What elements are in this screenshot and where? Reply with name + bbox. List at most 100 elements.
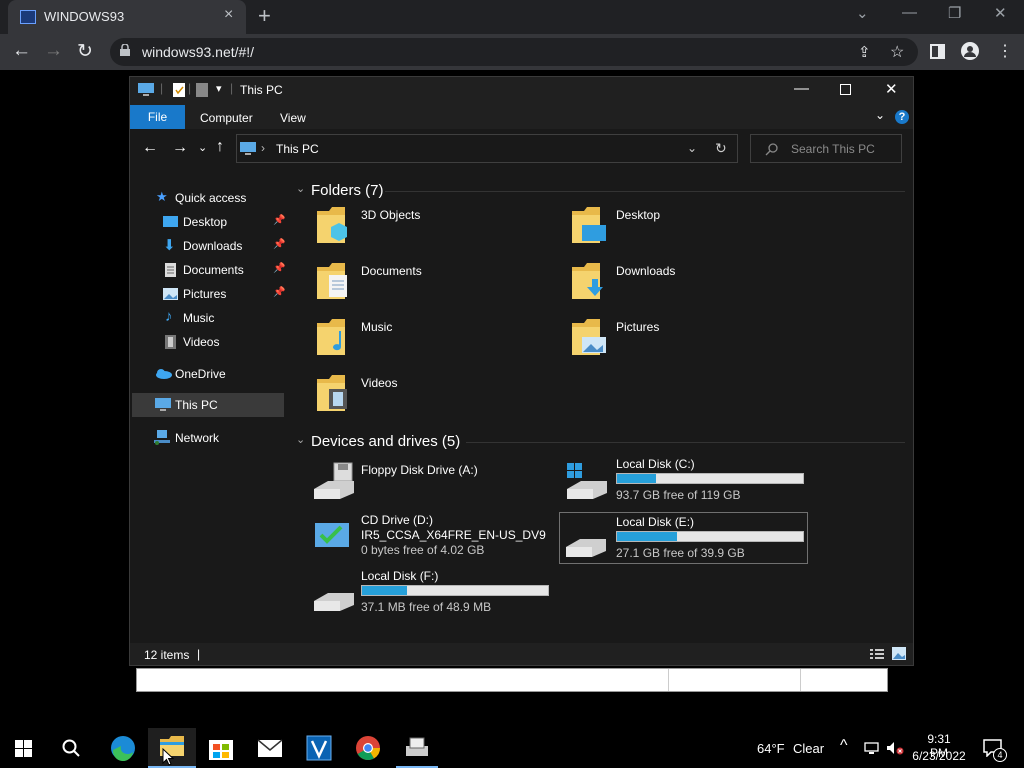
tab-strip: WINDOWS93 × + ⌄ — ❐ ✕	[0, 0, 1024, 34]
mail-icon[interactable]	[255, 734, 285, 762]
drive-cd-d[interactable]: CD Drive (D:) IR5_CCSA_X64FRE_EN-US_DV9 …	[312, 511, 552, 567]
browser-restore-button[interactable]: ❐	[948, 4, 961, 22]
search-icon[interactable]	[62, 739, 80, 757]
nav-item-onedrive[interactable]: OneDrive	[130, 363, 286, 385]
v-app-icon[interactable]	[304, 734, 334, 762]
large-icons-view-icon[interactable]	[892, 647, 906, 660]
drives-group-title[interactable]: Devices and drives (5)	[311, 433, 460, 450]
nav-item-downloads[interactable]: ⬇ Downloads 📌	[130, 235, 286, 257]
nav-item-this-pc[interactable]: This PC	[132, 393, 284, 417]
breadcrumb-this-pc[interactable]: This PC	[276, 142, 319, 156]
tile-name: Downloads	[616, 264, 676, 278]
back-arrow-icon[interactable]: ←	[142, 139, 158, 157]
reload-icon[interactable]: ↻	[77, 40, 93, 63]
up-arrow-icon[interactable]: ↑	[216, 138, 224, 156]
minimize-button[interactable]: —	[794, 80, 809, 97]
nav-item-documents[interactable]: Documents 📌	[130, 259, 286, 281]
drive-local-e[interactable]: Local Disk (E:) 27.1 GB free of 39.9 GB	[559, 512, 808, 564]
weather-condition[interactable]: Clear	[793, 741, 824, 756]
folder-3d-objects[interactable]: 3D Objects	[312, 205, 542, 255]
drive-floppy-a[interactable]: Floppy Disk Drive (A:)	[312, 461, 552, 509]
refresh-icon[interactable]: ↻	[715, 140, 727, 157]
edge-icon[interactable]	[109, 734, 139, 762]
profile-avatar-icon[interactable]	[961, 42, 979, 60]
music-note-icon: ♪	[165, 308, 173, 325]
navigation-pane: ★ Quick access Desktop 📌 ⬇ Downloads 📌 D…	[130, 169, 286, 643]
forward-arrow-icon[interactable]: →	[44, 40, 63, 62]
nav-label: Pictures	[183, 287, 227, 301]
collapse-group-icon[interactable]: ⌄	[296, 182, 305, 195]
maximize-button[interactable]	[840, 84, 851, 95]
nav-item-videos[interactable]: Videos	[130, 331, 286, 353]
folder-3d-objects-icon	[317, 207, 347, 243]
address-dropdown-icon[interactable]: ⌄	[687, 141, 697, 155]
weather-temperature[interactable]: 64°F	[757, 741, 785, 756]
close-button[interactable]: ✕	[885, 80, 898, 98]
address-bar[interactable]: windows93.net/#!/ ⇪ ☆	[110, 38, 918, 66]
browser-minimize-button[interactable]: —	[902, 4, 917, 21]
clock-date[interactable]: 6/23/2022	[912, 749, 966, 763]
new-folder-icon[interactable]	[196, 83, 208, 97]
folder-desktop[interactable]: Desktop	[567, 205, 797, 255]
folder-documents[interactable]: Documents	[312, 261, 542, 311]
forward-arrow-icon[interactable]: →	[172, 139, 188, 157]
ribbon-tab-computer[interactable]: Computer	[200, 111, 253, 125]
file-explorer-taskbar-button[interactable]	[148, 728, 196, 768]
film-icon	[165, 335, 176, 349]
pin-icon[interactable]: 📌	[273, 239, 285, 250]
search-box[interactable]: Search This PC	[750, 134, 902, 163]
nav-item-network[interactable]: Network	[130, 427, 286, 449]
new-tab-button[interactable]: +	[258, 3, 271, 29]
side-panel-icon[interactable]	[930, 44, 945, 59]
collapse-group-icon[interactable]: ⌄	[296, 433, 305, 446]
folders-group-title[interactable]: Folders (7)	[311, 182, 384, 199]
this-pc-icon	[138, 83, 154, 96]
recent-locations-icon[interactable]: ⌄	[198, 141, 207, 154]
browser-tab[interactable]: WINDOWS93 ×	[8, 0, 246, 34]
pin-icon[interactable]: 📌	[273, 215, 285, 226]
windows-start-icon[interactable]	[15, 740, 32, 757]
nav-item-quick-access[interactable]: ★ Quick access	[130, 187, 286, 209]
windows93-taskbar-button[interactable]	[396, 728, 438, 768]
nav-label: Network	[175, 431, 220, 445]
browser-close-button[interactable]: ✕	[994, 4, 1007, 22]
properties-icon[interactable]	[173, 83, 185, 97]
help-icon[interactable]: ?	[895, 110, 909, 124]
chrome-icon[interactable]	[353, 734, 383, 762]
pictures-icon	[163, 288, 178, 300]
pin-icon[interactable]: 📌	[273, 287, 285, 298]
folder-music[interactable]: Music	[312, 317, 542, 367]
folder-downloads[interactable]: Downloads	[567, 261, 797, 311]
ribbon-tab-view[interactable]: View	[280, 111, 306, 125]
details-view-icon[interactable]	[870, 648, 884, 660]
folder-music-icon	[317, 319, 345, 355]
drive-free-space: 37.1 MB free of 48.9 MB	[361, 600, 492, 614]
nav-item-music[interactable]: ♪ Music	[130, 307, 286, 329]
qat-dropdown-icon[interactable]: ▾	[216, 82, 222, 95]
folder-videos[interactable]: Videos	[312, 373, 542, 423]
show-hidden-icons-icon[interactable]: ^	[840, 737, 848, 755]
nav-item-desktop[interactable]: Desktop 📌	[130, 211, 286, 233]
tab-close-icon[interactable]: ×	[224, 6, 233, 24]
expand-ribbon-icon[interactable]: ⌄	[875, 108, 885, 122]
drive-local-f[interactable]: Local Disk (F:) 37.1 MB free of 48.9 MB	[312, 567, 562, 623]
back-arrow-icon[interactable]: ←	[12, 40, 31, 62]
address-box[interactable]: › This PC ⌄ ↻	[236, 134, 738, 163]
volume-muted-icon[interactable]	[886, 741, 904, 755]
network-status-icon[interactable]	[864, 742, 879, 754]
folder-videos-icon	[317, 375, 347, 411]
drive-local-c[interactable]: Local Disk (C:) 93.7 GB free of 119 GB	[563, 455, 808, 511]
nav-label: Desktop	[183, 215, 228, 229]
bookmark-star-icon[interactable]: ☆	[890, 42, 904, 62]
tile-name: Local Disk (F:)	[361, 569, 439, 583]
pin-icon[interactable]: 📌	[273, 263, 285, 274]
share-icon[interactable]: ⇪	[858, 43, 871, 61]
microsoft-store-icon[interactable]	[206, 734, 236, 762]
menu-kebab-icon[interactable]: ⋮	[997, 41, 1013, 61]
tab-search-icon[interactable]: ⌄	[856, 4, 869, 22]
ribbon-tab-file[interactable]: File	[130, 105, 185, 129]
explorer-title-bar[interactable]: | | ▾ | This PC — ✕	[130, 77, 913, 103]
nav-item-pictures[interactable]: Pictures 📌	[130, 283, 286, 305]
folder-pictures[interactable]: Pictures	[567, 317, 797, 367]
navigation-bar: ← → ⌄ ↑ › This PC ⌄ ↻ Search This PC	[130, 129, 913, 169]
